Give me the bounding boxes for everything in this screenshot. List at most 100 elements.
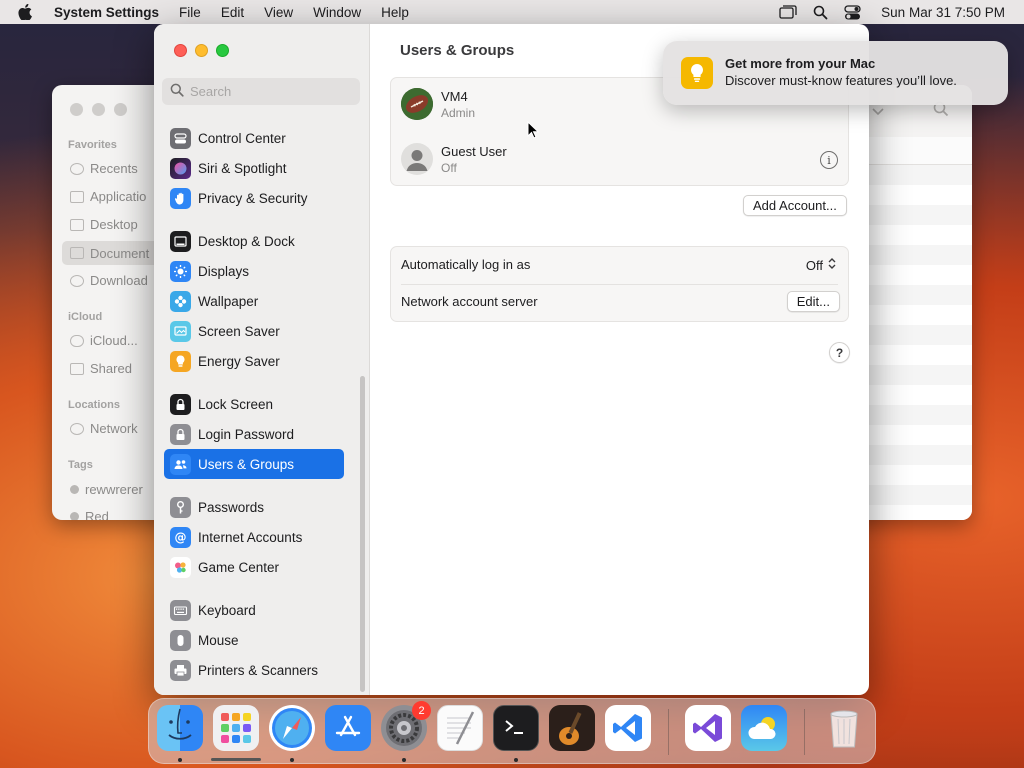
auto-login-popup[interactable]: Off xyxy=(806,257,836,273)
close-button[interactable] xyxy=(174,44,187,57)
user-name: VM4 xyxy=(441,89,468,104)
sidebar-item-label: Keyboard xyxy=(198,602,256,618)
finder-item-recents[interactable]: Recents xyxy=(70,161,138,176)
menu-edit[interactable]: Edit xyxy=(211,5,254,20)
sidebar-item-screen-saver[interactable]: Screen Saver xyxy=(164,316,344,346)
finder-column-header xyxy=(867,137,972,165)
sidebar-item-label: Energy Saver xyxy=(198,353,280,369)
dock-garageband-icon[interactable] xyxy=(549,705,595,751)
finder-section-favorites: Favorites xyxy=(68,139,117,151)
mouse-pointer-icon xyxy=(527,120,540,139)
dock-separator xyxy=(804,709,805,755)
menu-view[interactable]: View xyxy=(254,5,303,20)
sidebar-item-displays[interactable]: Displays xyxy=(164,256,344,286)
sidebar-item-siri-spotlight[interactable]: Siri & Spotlight xyxy=(164,153,344,183)
menu-window[interactable]: Window xyxy=(303,5,371,20)
printer-icon xyxy=(170,659,191,681)
finder-section-locations: Locations xyxy=(68,399,120,411)
minimize-button[interactable] xyxy=(195,44,208,57)
dock-visual-studio-icon[interactable] xyxy=(685,705,731,751)
add-account-button[interactable]: Add Account... xyxy=(743,195,847,216)
finder-item-shared[interactable]: Shared xyxy=(70,361,132,376)
info-icon[interactable]: i xyxy=(820,151,838,169)
sidebar-item-label: Privacy & Security xyxy=(198,190,308,206)
sidebar-item-internet-accounts[interactable]: @ Internet Accounts xyxy=(164,522,344,552)
screen-mirroring-icon[interactable] xyxy=(779,3,797,21)
menu-app-name[interactable]: System Settings xyxy=(54,5,169,20)
sidebar-item-energy-saver[interactable]: Energy Saver xyxy=(164,346,344,376)
dock-trash-icon[interactable] xyxy=(821,705,867,751)
dock-safari-icon[interactable] xyxy=(269,705,315,751)
lock-icon xyxy=(170,393,191,415)
finder-item-icloud-drive[interactable]: iCloud... xyxy=(70,333,138,348)
search-input[interactable] xyxy=(190,84,350,99)
control-center-icon[interactable] xyxy=(843,3,861,21)
dock-scroll-indicator xyxy=(211,758,261,761)
finder-section-tags: Tags xyxy=(68,459,93,471)
system-settings-window: Control Center Siri & Spotlight Privacy … xyxy=(154,24,869,695)
finder-item-documents[interactable]: Document xyxy=(62,241,162,265)
control-center-icon xyxy=(170,127,191,149)
sidebar-item-label: Passwords xyxy=(198,499,265,515)
apple-menu-icon[interactable] xyxy=(18,3,36,21)
menu-file[interactable]: File xyxy=(169,5,211,20)
finder-item-label: Shared xyxy=(90,361,132,376)
dock-terminal-icon[interactable] xyxy=(493,705,539,751)
search-field[interactable] xyxy=(162,78,360,105)
finder-item-label: Network xyxy=(90,421,138,436)
finder-item-tag[interactable]: rewwrerer xyxy=(70,482,143,497)
auto-login-label: Automatically log in as xyxy=(401,257,531,272)
bulb-icon xyxy=(170,350,191,372)
finder-item-tag-red[interactable]: Red xyxy=(70,509,109,520)
sidebar-item-lock-screen[interactable]: Lock Screen xyxy=(164,389,344,419)
finder-item-label: Applicatio xyxy=(90,189,147,204)
finder-item-desktop[interactable]: Desktop xyxy=(70,217,138,232)
sidebar-item-control-center[interactable]: Control Center xyxy=(164,123,344,153)
finder-item-applications[interactable]: Applicatio xyxy=(70,189,146,204)
users-icon xyxy=(170,453,191,475)
finder-item-downloads[interactable]: Download xyxy=(70,273,148,288)
notification-banner[interactable]: Get more from your Mac Discover must-kno… xyxy=(663,41,1008,105)
dock-vscode-icon[interactable] xyxy=(605,705,651,751)
dock-launchpad-icon[interactable] xyxy=(213,705,259,751)
dock-weather-icon[interactable] xyxy=(741,705,787,751)
sidebar-item-printers-scanners[interactable]: Printers & Scanners xyxy=(164,655,344,685)
dock-finder-icon[interactable] xyxy=(157,705,203,751)
sidebar-scrollbar[interactable] xyxy=(360,376,365,692)
download-icon xyxy=(70,274,84,287)
sidebar-item-label: Users & Groups xyxy=(198,456,295,472)
sidebar-item-keyboard[interactable]: Keyboard xyxy=(164,595,344,625)
dock-app-store-icon[interactable] xyxy=(325,705,371,751)
finder-content xyxy=(867,85,972,520)
tag-dot-icon xyxy=(70,512,79,520)
sidebar-item-wallpaper[interactable]: Wallpaper xyxy=(164,286,344,316)
sidebar-item-label: Displays xyxy=(198,263,250,279)
dock-textedit-icon[interactable] xyxy=(437,705,483,751)
finder-item-label: Document xyxy=(90,245,150,261)
zoom-button[interactable] xyxy=(216,44,229,57)
sidebar-item-passwords[interactable]: Passwords xyxy=(164,492,344,522)
sidebar-item-desktop-dock[interactable]: Desktop & Dock xyxy=(164,226,344,256)
edit-network-server-button[interactable]: Edit... xyxy=(786,291,840,312)
dock-system-settings-icon[interactable]: 2 xyxy=(381,701,431,751)
dock-separator xyxy=(668,709,669,755)
sidebar-item-privacy-security[interactable]: Privacy & Security xyxy=(164,183,344,213)
siri-icon xyxy=(170,157,191,179)
sidebar-item-game-center[interactable]: Game Center xyxy=(164,552,344,582)
spotlight-search-icon[interactable] xyxy=(811,3,829,21)
sidebar-item-login-password[interactable]: Login Password xyxy=(164,419,344,449)
menubar-clock[interactable]: Sun Mar 31 7:50 PM xyxy=(881,5,1005,20)
chevron-down-icon[interactable] xyxy=(872,103,884,121)
sidebar-item-mouse[interactable]: Mouse xyxy=(164,625,344,655)
sidebar-item-label: Internet Accounts xyxy=(198,529,303,545)
menu-help[interactable]: Help xyxy=(371,5,419,20)
help-button[interactable]: ? xyxy=(829,342,850,363)
network-server-label: Network account server xyxy=(401,294,538,309)
settings-sidebar: Control Center Siri & Spotlight Privacy … xyxy=(154,24,370,695)
key-icon xyxy=(170,496,191,518)
finder-item-network[interactable]: Network xyxy=(70,421,138,436)
sidebar-item-users-groups[interactable]: Users & Groups xyxy=(164,449,344,479)
lock-icon xyxy=(170,423,191,445)
svg-text:@: @ xyxy=(175,530,187,544)
user-row-guest[interactable]: Guest User Off i xyxy=(391,133,848,187)
